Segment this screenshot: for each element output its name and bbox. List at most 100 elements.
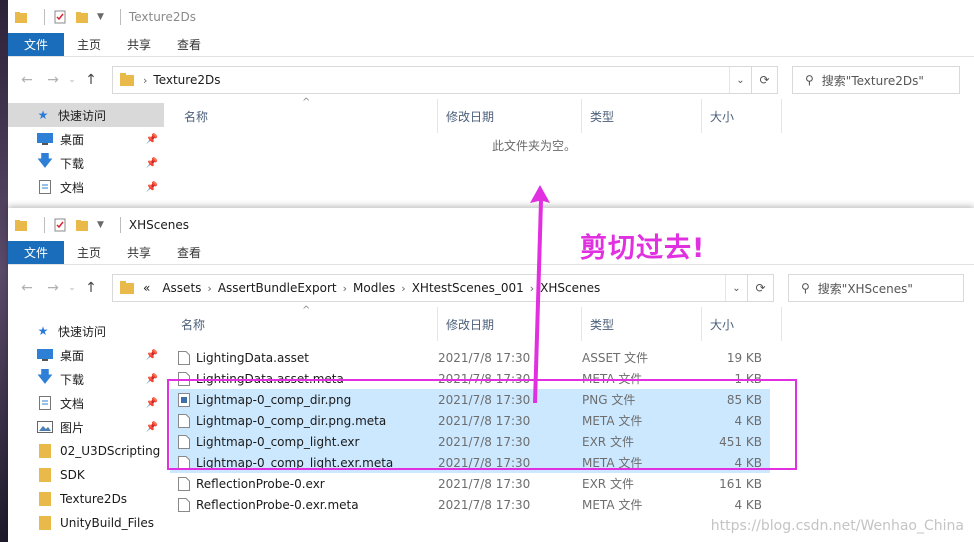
breadcrumb-item[interactable]: AssertBundleExport <box>218 281 337 295</box>
sidebar-item-downloads[interactable]: 🡇 下载 📌 <box>8 151 164 175</box>
pin-icon[interactable]: 📌 <box>146 398 158 409</box>
sidebar-item-quick-access[interactable]: ★ 快速访问 <box>8 103 164 127</box>
new-folder-icon[interactable] <box>75 218 89 232</box>
chevron-right-icon[interactable]: › <box>207 282 211 295</box>
properties-icon[interactable] <box>53 218 67 232</box>
file-size: 85 KB <box>726 392 762 407</box>
pin-icon[interactable]: 📌 <box>146 422 158 433</box>
breadcrumb-item[interactable]: Assets <box>162 281 201 295</box>
file-icon <box>178 434 190 449</box>
sidebar-item-label: 桌面 <box>60 348 85 363</box>
file-name-label: Lightmap-0_comp_light.exr <box>196 434 360 449</box>
breadcrumb-overflow[interactable]: « <box>143 281 150 295</box>
refresh-button[interactable]: ⟳ <box>748 274 774 302</box>
column-header-size[interactable]: 大小 <box>702 99 782 133</box>
pin-icon[interactable]: 📌 <box>146 350 158 361</box>
file-row[interactable]: Lightmap-0_comp_dir.png 2021/7/8 17:30 PNG… <box>170 389 770 410</box>
folder-icon[interactable] <box>14 218 28 232</box>
column-header-type[interactable]: 类型 <box>582 307 702 341</box>
breadcrumb-item[interactable]: XHScenes <box>540 281 600 295</box>
column-header-name[interactable]: 名称 <box>164 307 438 341</box>
pin-icon[interactable]: 📌 <box>146 374 158 385</box>
pin-icon[interactable]: 📌 <box>146 134 158 145</box>
file-type: EXR 文件 <box>582 477 634 491</box>
sidebar-item-documents[interactable]: 文档 📌 <box>8 391 164 415</box>
navigation-pane: ★ 快速访问 桌面 📌 🡇 下载 📌 文档 📌 <box>8 103 164 199</box>
download-icon: 🡇 <box>36 150 54 170</box>
chevron-down-icon[interactable]: ▼ <box>97 220 104 230</box>
sidebar-item-texture2ds[interactable]: Texture2Ds <box>8 487 164 511</box>
recent-locations-button[interactable]: ⌄ <box>66 275 78 301</box>
sidebar-item-unitybuild-files[interactable]: UnityBuild_Files <box>8 511 164 535</box>
pin-icon[interactable]: 📌 <box>146 158 158 169</box>
file-icon <box>178 413 190 428</box>
back-button[interactable]: ← <box>14 275 40 301</box>
file-row[interactable]: LightingData.asset.meta 2021/7/8 17:30 MET… <box>170 368 770 389</box>
sidebar-item-quick-access[interactable]: ★ 快速访问 <box>8 319 164 343</box>
sidebar-item-downloads[interactable]: 🡇 下载 📌 <box>8 367 164 391</box>
tab-view[interactable]: 查看 <box>164 33 214 56</box>
recent-locations-button[interactable]: ⌄ <box>66 67 78 93</box>
star-icon: ★ <box>37 108 49 122</box>
tab-view[interactable]: 查看 <box>164 241 214 264</box>
up-button[interactable]: ↑ <box>78 275 104 301</box>
search-input[interactable]: ⚲ 搜索"XHScenes" <box>788 274 964 302</box>
sidebar-item-02-u3dscripting[interactable]: 02_U3DScripting <box>8 439 164 463</box>
column-header-date[interactable]: 修改日期 <box>438 99 582 133</box>
empty-folder-message: 此文件夹为空。 <box>491 139 576 153</box>
file-row[interactable]: Lightmap-0_comp_light.exr 2021/7/8 17:30 E… <box>170 431 770 452</box>
column-header-size[interactable]: 大小 <box>702 307 782 341</box>
address-bar[interactable]: « Assets › AssertBundleExport › Modles ›… <box>112 274 748 302</box>
file-date: 2021/7/8 17:30 <box>438 350 531 365</box>
chevron-right-icon[interactable]: › <box>530 282 534 295</box>
sidebar-item-documents[interactable]: 文档 📌 <box>8 175 164 199</box>
address-dropdown-button[interactable]: ⌄ <box>729 67 751 93</box>
chevron-right-icon[interactable]: › <box>343 282 347 295</box>
tab-share[interactable]: 共享 <box>114 33 164 56</box>
column-header-date[interactable]: 修改日期 <box>438 307 582 341</box>
tab-file[interactable]: 文件 <box>8 33 65 56</box>
tab-home[interactable]: 主页 <box>64 241 114 264</box>
breadcrumb-item[interactable]: Texture2Ds <box>153 73 220 87</box>
refresh-button[interactable]: ⟳ <box>752 66 778 94</box>
file-row[interactable]: ReflectionProbe-0.exr.meta 2021/7/8 17:30… <box>170 494 770 515</box>
file-row[interactable]: ReflectionProbe-0.exr 2021/7/8 17:30 EXR 文… <box>170 473 770 494</box>
file-icon <box>178 350 190 365</box>
address-dropdown-button[interactable]: ⌄ <box>725 275 747 301</box>
tab-share[interactable]: 共享 <box>114 241 164 264</box>
up-button[interactable]: ↑ <box>78 67 104 93</box>
column-header-name[interactable]: 名称 <box>164 99 438 133</box>
search-input[interactable]: ⚲ 搜索"Texture2Ds" <box>792 66 960 94</box>
file-row[interactable]: Lightmap-0_comp_dir.png.meta 2021/7/8 17:… <box>170 410 770 431</box>
sidebar-item-desktop[interactable]: 桌面 📌 <box>8 127 164 151</box>
back-button[interactable]: ← <box>14 67 40 93</box>
chevron-right-icon[interactable]: › <box>401 282 405 295</box>
sidebar-item-label: 桌面 <box>60 132 85 147</box>
sidebar-item-label: 文档 <box>60 180 85 195</box>
file-name: LightingData.asset <box>170 350 430 365</box>
explorer-window-texture2ds: ▼ Texture2Ds 文件 主页 共享 查看 ← → ⌄ ↑ › Textu… <box>8 0 974 215</box>
chevron-right-icon[interactable]: › <box>143 74 147 87</box>
pin-icon[interactable]: 📌 <box>146 182 158 193</box>
breadcrumb-item[interactable]: Modles <box>353 281 395 295</box>
file-row[interactable]: Lightmap-0_comp_light.exr.meta 2021/7/8 1… <box>170 452 770 473</box>
sidebar-item-desktop[interactable]: 桌面 📌 <box>8 343 164 367</box>
file-row[interactable]: LightingData.asset 2021/7/8 17:30 ASSET 文件… <box>170 347 770 368</box>
file-name-label: LightingData.asset.meta <box>196 371 344 386</box>
column-header-type[interactable]: 类型 <box>582 99 702 133</box>
forward-button[interactable]: → <box>40 275 66 301</box>
properties-icon[interactable] <box>53 10 67 24</box>
address-bar[interactable]: › Texture2Ds ⌄ <box>112 66 752 94</box>
folder-icon[interactable] <box>14 10 28 24</box>
new-folder-icon[interactable] <box>75 10 89 24</box>
forward-button[interactable]: → <box>40 67 66 93</box>
tab-file[interactable]: 文件 <box>8 241 65 264</box>
file-name: ReflectionProbe-0.exr.meta <box>170 497 430 512</box>
file-icon <box>178 371 190 386</box>
tab-home[interactable]: 主页 <box>64 33 114 56</box>
sidebar-item-pictures[interactable]: 图片 📌 <box>8 415 164 439</box>
chevron-down-icon[interactable]: ▼ <box>97 12 104 22</box>
sidebar-item-sdk[interactable]: SDK <box>8 463 164 487</box>
breadcrumb-item[interactable]: XHtestScenes_001 <box>412 281 524 295</box>
explorer-body: ★ 快速访问 桌面 📌 🡇 下载 📌 文档 📌 <box>8 97 974 199</box>
